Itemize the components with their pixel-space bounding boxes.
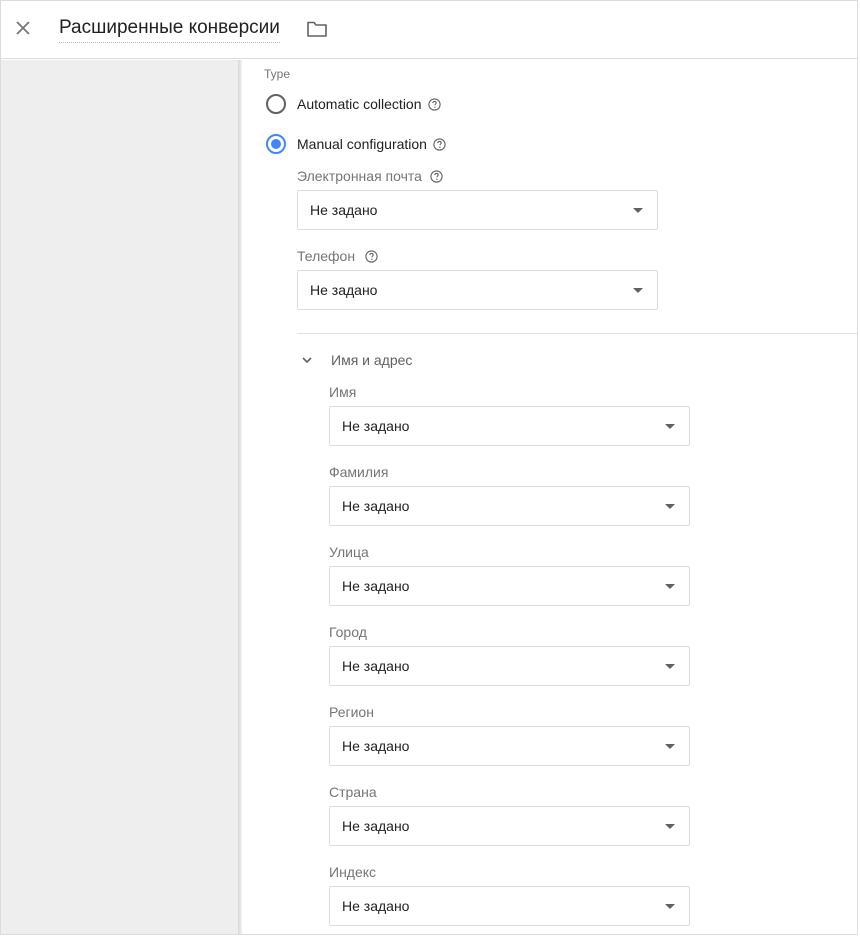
radio-manual-configuration[interactable]: Manual configuration [266,132,446,156]
configuration-content: Type Automatic collection Manual configu… [242,60,857,934]
dropdown-arrow-icon [665,664,675,669]
select-value: Не задано [342,818,410,834]
email-label-text: Электронная почта [297,168,422,184]
region-label: Регион [329,704,374,720]
select-value: Не задано [310,282,378,298]
type-label: Type [264,67,291,81]
panel-header: Расширенные конверсии [1,1,857,59]
region-select[interactable]: Не задано [329,726,690,766]
chevron-down-icon [300,353,314,367]
name-address-section-toggle[interactable]: Имя и адрес [300,349,412,371]
select-value: Не задано [342,418,410,434]
email-select[interactable]: Не задано [297,190,658,230]
radio-automatic-collection[interactable]: Automatic collection [266,92,441,116]
folder-icon[interactable] [305,17,329,41]
postal-code-label: Индекс [329,864,377,880]
city-select[interactable]: Не задано [329,646,690,686]
select-value: Не задано [342,658,410,674]
select-value: Не задано [342,738,410,754]
radio-button[interactable] [266,94,286,114]
select-value: Не задано [342,578,410,594]
first-name-label: Имя [329,384,357,400]
tag-editor-panel: Расширенные конверсии Type Automatic col… [0,0,858,935]
help-icon[interactable] [427,97,441,111]
email-field-label: Электронная почта [297,168,443,184]
select-value: Не задано [310,202,378,218]
select-value: Не задано [342,898,410,914]
left-pane [1,60,238,934]
section-title: Имя и адрес [331,352,413,368]
street-label: Улица [329,544,369,560]
phone-select[interactable]: Не задано [297,270,658,310]
city-label: Город [329,624,367,640]
help-icon[interactable] [433,137,446,151]
street-select[interactable]: Не задано [329,566,690,606]
close-icon[interactable] [11,16,35,40]
help-icon[interactable] [365,249,378,263]
first-name-select[interactable]: Не задано [329,406,690,446]
tag-name-title[interactable]: Расширенные конверсии [59,17,280,43]
country-label: Страна [329,784,377,800]
radio-button-checked[interactable] [266,134,286,154]
dropdown-arrow-icon [665,504,675,509]
dropdown-arrow-icon [633,288,643,293]
country-select[interactable]: Не задано [329,806,690,846]
dropdown-arrow-icon [665,744,675,749]
last-name-select[interactable]: Не задано [329,486,690,526]
dropdown-arrow-icon [665,424,675,429]
postal-code-select[interactable]: Не задано [329,886,690,926]
last-name-label: Фамилия [329,464,389,480]
dropdown-arrow-icon [665,824,675,829]
help-icon[interactable] [430,169,443,183]
dropdown-arrow-icon [665,904,675,909]
radio-label: Manual configuration [297,136,427,152]
select-value: Не задано [342,498,410,514]
phone-field-label: Телефон [297,248,378,264]
radio-label: Automatic collection [297,96,422,112]
phone-label-text: Телефон [297,248,356,264]
section-divider [297,333,857,334]
dropdown-arrow-icon [665,584,675,589]
dropdown-arrow-icon [633,208,643,213]
